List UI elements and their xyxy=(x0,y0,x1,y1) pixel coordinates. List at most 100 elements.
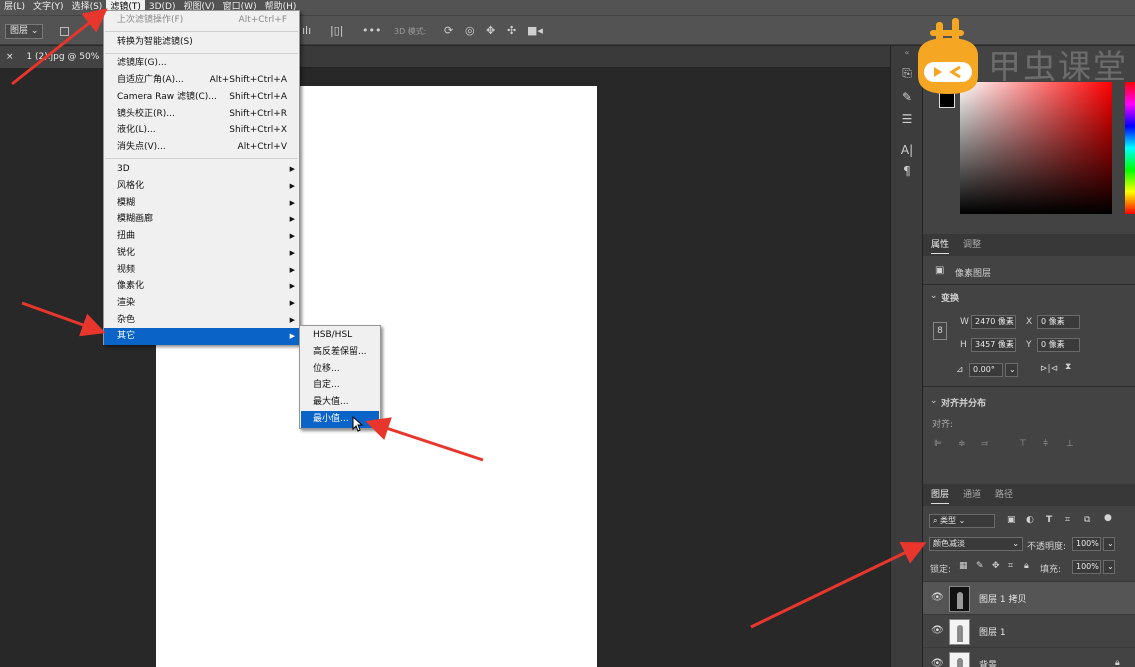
menu-item-video[interactable]: 视频 ▶ xyxy=(104,262,299,279)
properties-header: 属性 调整 xyxy=(923,234,1135,256)
flip-vertical-icon[interactable]: ⧗ xyxy=(1065,362,1071,372)
opacity-field[interactable]: 100% xyxy=(1072,537,1101,551)
visibility-eye-icon[interactable]: 👁︎ xyxy=(931,658,944,667)
lock-transparent-icon[interactable]: ▦ xyxy=(959,561,968,571)
drag-3d-icon[interactable]: ✥ xyxy=(486,25,495,37)
menu-item-blur[interactable]: 模糊 ▶ xyxy=(104,195,299,212)
x-field[interactable]: 0 像素 xyxy=(1037,315,1080,329)
menu-item-noise[interactable]: 杂色 ▶ xyxy=(104,312,299,329)
y-field[interactable]: 0 像素 xyxy=(1037,338,1080,352)
menu-layer[interactable]: 层(L) xyxy=(0,0,29,15)
layer-row[interactable]: 👁︎ 图层 1 拷贝 xyxy=(923,581,1135,614)
menu-item-vanishing-point[interactable]: 消失点(V)... Alt+Ctrl+V xyxy=(104,139,299,156)
menu-item-lens-correction[interactable]: 镜头校正(R)... Shift+Ctrl+R xyxy=(104,106,299,123)
submenu-item-custom[interactable]: 自定... xyxy=(301,377,379,394)
angle-icon: ⊿ xyxy=(956,365,964,375)
orbit-3d-icon[interactable]: ⟳ xyxy=(444,25,453,37)
menu-item-convert-smart-filter[interactable]: 转换为智能滤镜(S) xyxy=(104,34,299,51)
lock-icon: 🔒︎ xyxy=(1115,658,1120,667)
filter-pixel-icon[interactable]: ▣ xyxy=(1007,515,1016,525)
submenu-item-high-pass[interactable]: 高反差保留... xyxy=(301,344,379,361)
menu-item-adaptive-wide-angle[interactable]: 自适应广角(A)... Alt+Shift+Ctrl+A xyxy=(104,72,299,89)
lock-all-icon[interactable]: 🔒︎ xyxy=(1024,561,1029,571)
filter-adjustment-icon[interactable]: ◐ xyxy=(1026,515,1034,525)
menu-item-camera-raw[interactable]: Camera Raw 滤镜(C)... Shift+Ctrl+A xyxy=(104,89,299,106)
menu-item-distort[interactable]: 扭曲 ▶ xyxy=(104,228,299,245)
menu-separator xyxy=(105,53,298,54)
layer-row[interactable]: 👁︎ 图层 1 xyxy=(923,614,1135,647)
tab-adjustments[interactable]: 调整 xyxy=(963,234,981,256)
document-tab[interactable]: × 1 (2).jpg @ 50% ( xyxy=(0,46,110,68)
menu-item-shortcut: Shift+Ctrl+A xyxy=(229,92,287,102)
video-camera-icon[interactable]: ■◂ xyxy=(527,25,543,37)
blend-mode-dropdown[interactable]: 颜色减淡 ⌄ xyxy=(929,537,1023,551)
lock-artboard-icon[interactable]: ⌗ xyxy=(1008,561,1013,571)
menu-item-last-filter[interactable]: 上次滤镜操作(F) Alt+Ctrl+F xyxy=(104,12,299,29)
filter-toggle-icon[interactable]: ● xyxy=(1104,513,1112,523)
menu-item-sharpen[interactable]: 锐化 ▶ xyxy=(104,245,299,262)
menu-item-filter-gallery[interactable]: 滤镜库(G)... xyxy=(104,55,299,72)
show-transform-checkbox[interactable] xyxy=(60,27,69,36)
more-options-icon[interactable]: ••• xyxy=(362,25,381,37)
distribute-horizontal-icon[interactable]: |▯| xyxy=(330,25,343,37)
align-label: 对齐: xyxy=(932,420,954,430)
menu-item-stylize[interactable]: 风格化 ▶ xyxy=(104,178,299,195)
submenu-item-hsb-hsl[interactable]: HSB/HSL xyxy=(301,327,379,344)
angle-field[interactable]: 0.00° xyxy=(969,363,1003,377)
tab-channels[interactable]: 通道 xyxy=(963,484,981,506)
menu-item-shortcut: Shift+Ctrl+R xyxy=(229,109,287,119)
menu-select[interactable]: 选择(S) xyxy=(68,0,107,15)
flip-horizontal-icon[interactable]: ⊳|⊲ xyxy=(1040,364,1058,374)
layer-filter-dropdown[interactable]: ⌕ 类型 ⌄ xyxy=(929,514,995,528)
height-field[interactable]: 3457 像素 xyxy=(971,338,1016,352)
menu-item-pixelate[interactable]: 像素化 ▶ xyxy=(104,278,299,295)
visibility-eye-icon[interactable]: 👁︎ xyxy=(931,592,944,603)
align-top-icon[interactable]: ⊤ xyxy=(1019,439,1027,449)
auto-select-dropdown[interactable]: 图层 ⌄ xyxy=(5,24,44,39)
menu-item-label: Camera Raw 滤镜(C)... xyxy=(117,92,217,102)
submenu-item-maximum[interactable]: 最大值... xyxy=(301,394,379,411)
visibility-eye-icon[interactable]: 👁︎ xyxy=(931,625,944,636)
menu-item-shortcut: Shift+Ctrl+X xyxy=(229,125,287,135)
align-bottom-icon[interactable]: ⊥ xyxy=(1066,439,1074,449)
menu-item-blur-gallery[interactable]: 模糊画廊 ▶ xyxy=(104,211,299,228)
submenu-item-minimum[interactable]: 最小值... xyxy=(301,411,379,428)
menu-item-render[interactable]: 渲染 ▶ xyxy=(104,295,299,312)
align-right-icon[interactable]: ⫤ xyxy=(981,439,988,449)
align-middle-icon[interactable]: ⫩ xyxy=(1043,439,1048,449)
lock-image-icon[interactable]: ✎ xyxy=(976,561,984,571)
menu-item-3d[interactable]: 3D ▶ xyxy=(104,161,299,178)
chevron-down-icon[interactable]: ⌄ xyxy=(930,291,938,301)
adjustments-icon[interactable]: ☰ xyxy=(891,112,923,126)
filter-smart-icon[interactable]: ⧉ xyxy=(1084,515,1090,525)
fill-dropdown[interactable]: ⌄ xyxy=(1103,560,1115,574)
align-center-icon[interactable]: ≑ xyxy=(958,439,966,449)
menu-item-other[interactable]: 其它 ▶ xyxy=(104,328,299,345)
roll-3d-icon[interactable]: ◎ xyxy=(465,25,475,37)
mascot-crossbar xyxy=(930,30,964,36)
menu-type[interactable]: 文字(Y) xyxy=(29,0,68,15)
close-tab-icon[interactable]: × xyxy=(6,52,14,62)
lock-position-icon[interactable]: ✥ xyxy=(992,561,1000,571)
opacity-dropdown[interactable]: ⌄ xyxy=(1103,537,1115,551)
tab-properties[interactable]: 属性 xyxy=(931,234,950,256)
paragraph-icon[interactable]: ¶ xyxy=(891,164,923,178)
filter-shape-icon[interactable]: ⌗ xyxy=(1065,515,1070,525)
chevron-down-icon[interactable]: ⌄ xyxy=(930,396,938,406)
angle-dropdown[interactable]: ⌄ xyxy=(1005,363,1018,377)
align-left-icon[interactable]: ⊫ xyxy=(934,439,942,449)
submenu-item-offset[interactable]: 位移... xyxy=(301,361,379,378)
link-icon[interactable]: 8 xyxy=(933,322,947,340)
distribute-icon[interactable]: ılı xyxy=(302,25,311,37)
filter-type-icon[interactable]: T xyxy=(1046,515,1052,525)
width-field[interactable]: 2470 像素 xyxy=(971,315,1016,329)
fill-field[interactable]: 100% xyxy=(1072,560,1101,574)
layer-row[interactable]: 👁︎ 背景 🔒︎ xyxy=(923,647,1135,667)
character-icon[interactable]: A| xyxy=(891,143,923,157)
menu-item-liquify[interactable]: 液化(L)... Shift+Ctrl+X xyxy=(104,122,299,139)
slide-3d-icon[interactable]: ✣ xyxy=(507,25,516,37)
menu-item-label: 自适应广角(A)... xyxy=(117,75,184,85)
tab-paths[interactable]: 路径 xyxy=(995,484,1013,506)
menu-item-label: 镜头校正(R)... xyxy=(117,109,175,119)
tab-layers[interactable]: 图层 xyxy=(931,484,950,506)
